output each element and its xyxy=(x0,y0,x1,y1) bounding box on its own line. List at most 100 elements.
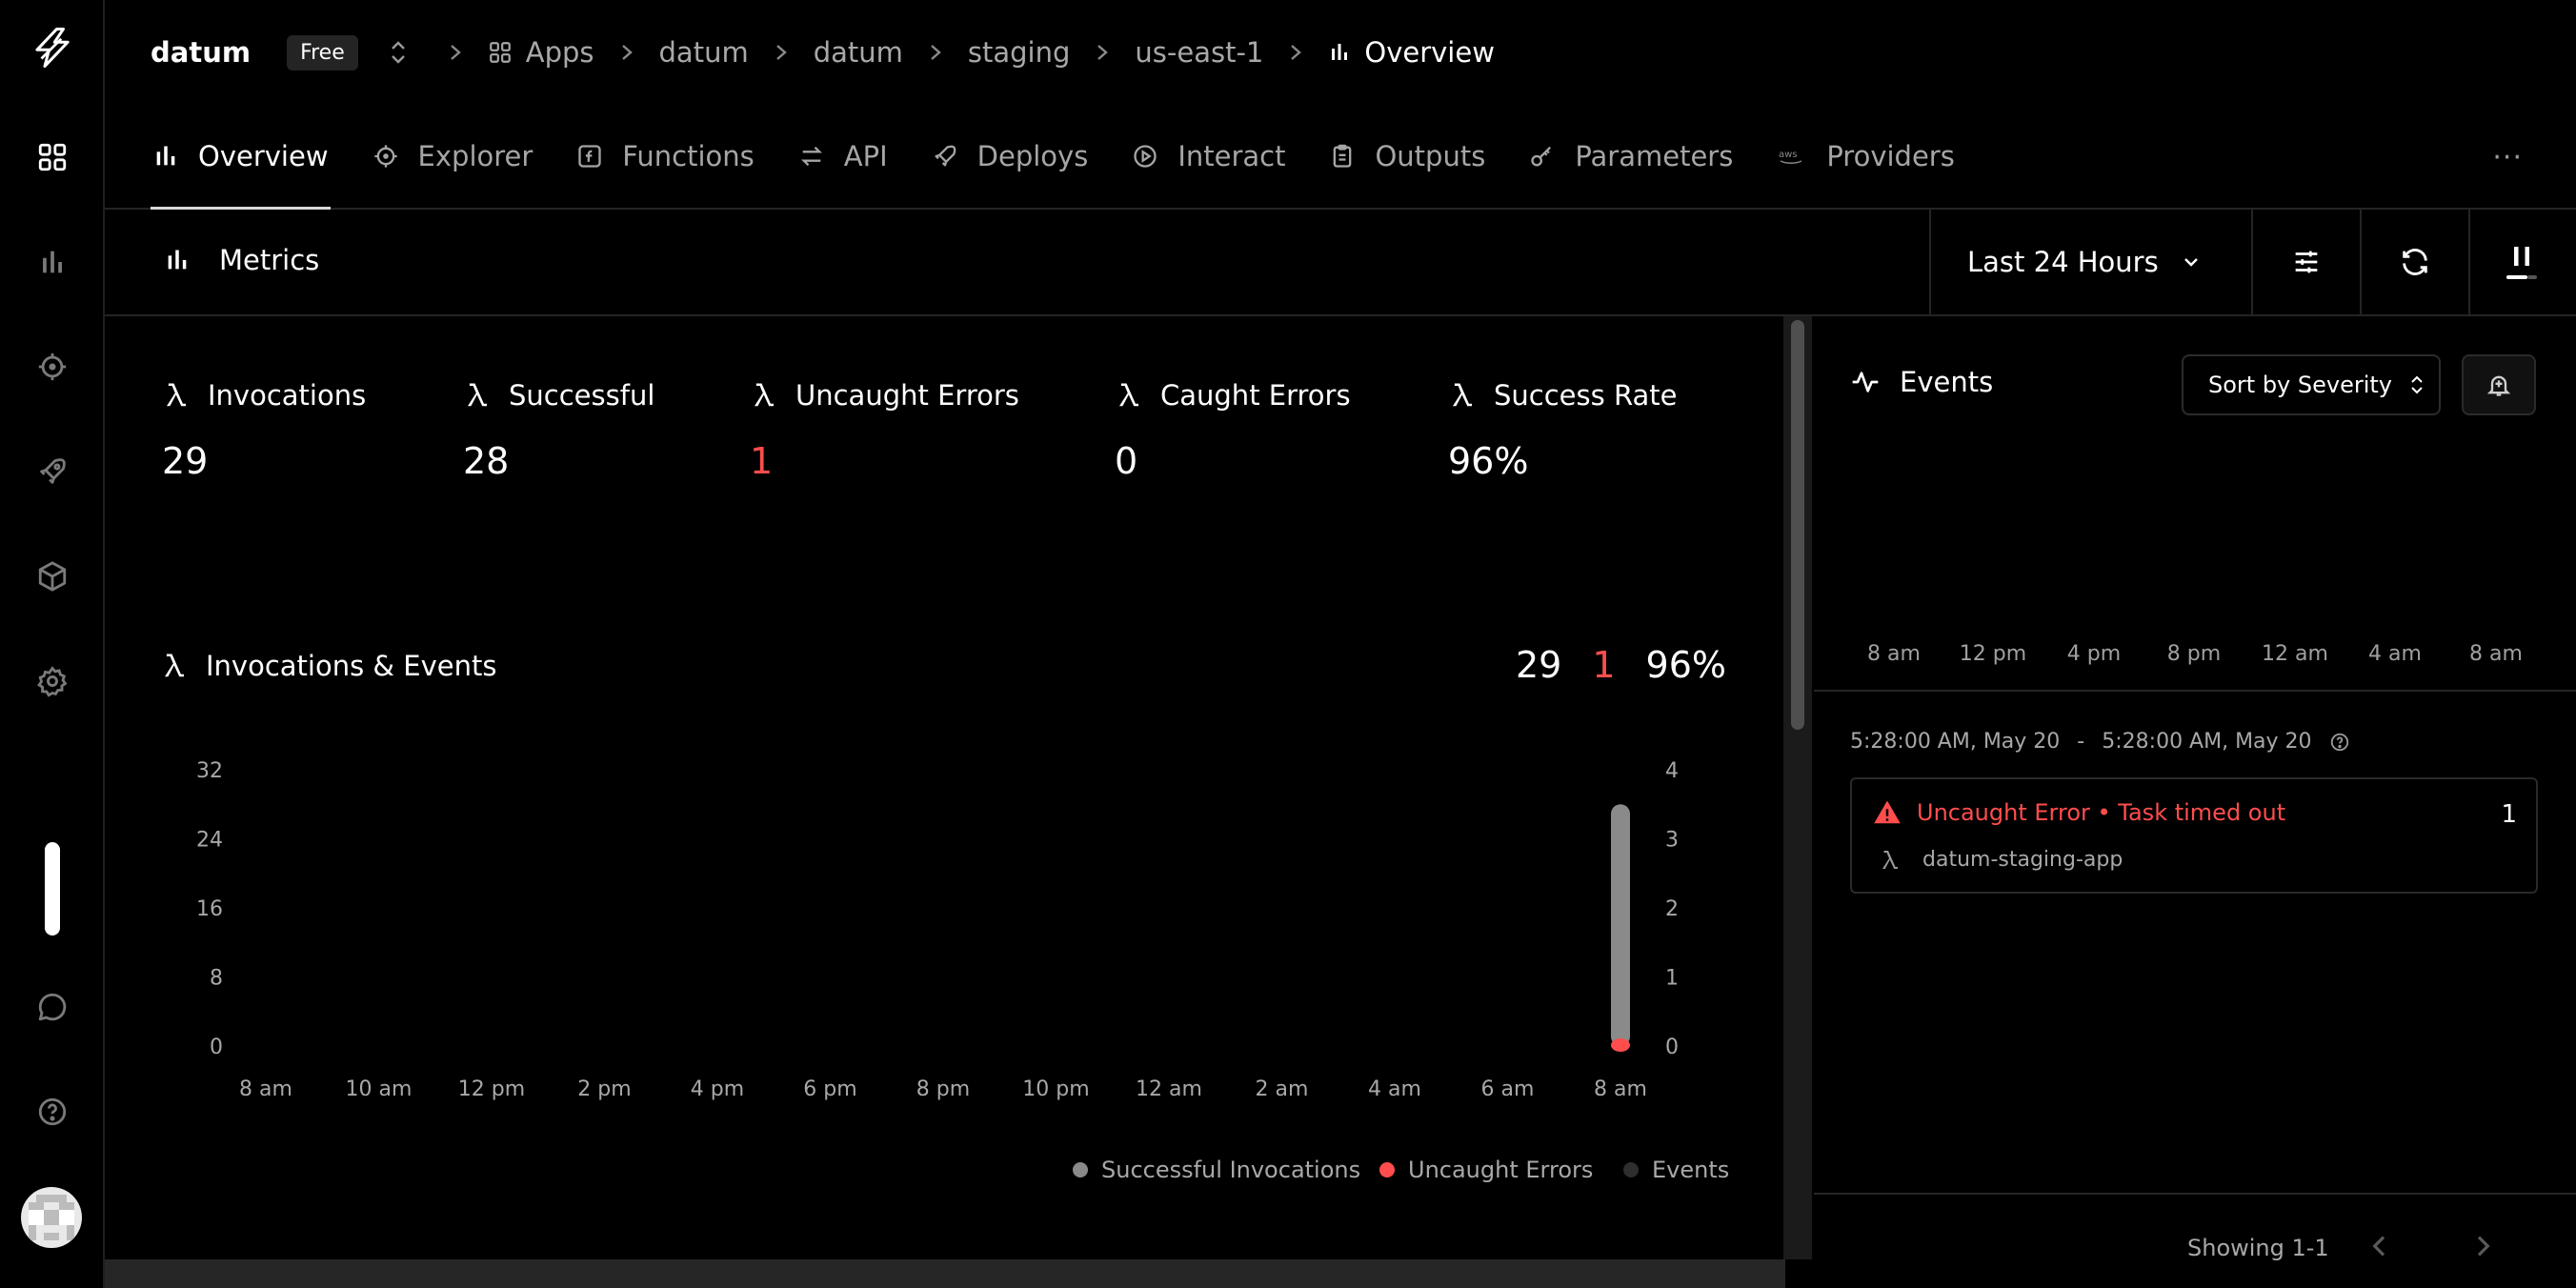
x-tick: 2 pm xyxy=(577,1077,631,1101)
y-right-tick: 2 xyxy=(1665,897,1679,921)
chevron-right-icon[interactable] xyxy=(2467,1231,2498,1261)
apps-grid-icon xyxy=(489,42,511,63)
breadcrumb-label: Overview xyxy=(1364,36,1495,69)
kpi-value: 1 xyxy=(750,440,774,482)
breadcrumb-stage[interactable]: staging xyxy=(968,36,1071,69)
key-icon xyxy=(1531,146,1552,167)
bell-plus-icon xyxy=(2486,375,2511,396)
tab-api[interactable]: API xyxy=(796,105,890,208)
tab-overview[interactable]: Overview xyxy=(151,105,331,210)
tab-label: Overview xyxy=(198,140,329,172)
x-tick: 8 am xyxy=(1594,1077,1647,1101)
chat-bubble-icon[interactable] xyxy=(30,984,75,1030)
deploys-rocket-icon[interactable] xyxy=(30,449,75,494)
tab-label: Deploys xyxy=(976,140,1089,172)
metrics-icon[interactable] xyxy=(30,239,75,285)
tab-functions[interactable]: Functions xyxy=(574,105,755,208)
x-tick: 6 am xyxy=(1481,1077,1535,1101)
x-tick: 10 am xyxy=(346,1077,413,1101)
org-name[interactable]: datum xyxy=(151,36,251,69)
tab-interact[interactable]: Interact xyxy=(1130,105,1287,208)
help-question-icon[interactable] xyxy=(30,1089,75,1135)
breadcrumb-org[interactable]: datum xyxy=(659,36,749,69)
x-tick: 12 pm xyxy=(458,1077,525,1101)
invocations-events-title: Invocations & Events xyxy=(160,650,496,682)
svg-text:aws: aws xyxy=(1779,150,1798,160)
axis-tick: 12 am xyxy=(2262,642,2328,666)
events-title: Events xyxy=(1850,366,1993,398)
total-errors: 1 xyxy=(1592,644,1616,686)
chevron-updown-icon xyxy=(2411,375,2423,394)
pause-button[interactable] xyxy=(2468,210,2573,314)
tab-explorer[interactable]: Explorer xyxy=(371,105,535,208)
lambda-icon xyxy=(1453,383,1472,407)
aws-icon: aws xyxy=(1779,150,1802,164)
kpi-label: Success Rate xyxy=(1494,379,1678,412)
metrics-title: Metrics xyxy=(164,244,319,276)
event-title: Uncaught Error • Task timed out xyxy=(1917,799,2286,826)
alerts-bell-button[interactable] xyxy=(2462,354,2536,415)
tab-label: Providers xyxy=(1826,140,1955,172)
panel-scrollbar-thumb[interactable] xyxy=(1791,320,1804,730)
axis-tick: 8 am xyxy=(2469,642,2523,666)
legend-events[interactable]: Events xyxy=(1623,1157,1729,1183)
kpi-successful: Successful 28 xyxy=(463,379,654,482)
user-avatar[interactable] xyxy=(21,1187,82,1248)
breadcrumb-apps[interactable]: Apps xyxy=(488,36,594,69)
chevron-left-icon[interactable] xyxy=(2365,1231,2395,1261)
time-range-select[interactable]: Last 24 Hours xyxy=(1929,210,2251,314)
explorer-crosshair-icon[interactable] xyxy=(30,344,75,390)
breadcrumb-app[interactable]: datum xyxy=(814,36,903,69)
legend-label: Events xyxy=(1652,1157,1730,1183)
axis-tick: 8 am xyxy=(1867,642,1921,666)
package-box-icon[interactable] xyxy=(30,553,75,599)
logo-bolt-icon[interactable] xyxy=(30,25,75,70)
lambda-icon xyxy=(167,383,186,407)
org-switcher-icon[interactable] xyxy=(387,36,410,69)
tab-parameters[interactable]: Parameters xyxy=(1527,105,1735,208)
legend-successful[interactable]: Successful Invocations xyxy=(1073,1157,1360,1183)
tab-outputs[interactable]: Outputs xyxy=(1327,105,1487,208)
refresh-button[interactable] xyxy=(2360,210,2468,314)
apps-grid-icon[interactable] xyxy=(30,134,75,180)
events-pagination: Showing 1-1 xyxy=(1814,1193,2576,1288)
legend-label: Successful Invocations xyxy=(1101,1157,1361,1183)
legend-label: Uncaught Errors xyxy=(1408,1157,1594,1183)
axis-tick: 8 pm xyxy=(2166,642,2222,666)
kpi-uncaught-errors: Uncaught Errors 1 xyxy=(750,379,1019,482)
kpi-label: Caught Errors xyxy=(1160,379,1351,412)
filter-settings-button[interactable] xyxy=(2251,210,2360,314)
x-tick: 4 am xyxy=(1368,1077,1421,1101)
sliders-icon xyxy=(2295,251,2318,273)
event-count: 1 xyxy=(2501,800,2517,829)
event-source: datum-staging-app xyxy=(1922,848,2123,872)
more-menu-button[interactable]: ··· xyxy=(2492,141,2523,174)
kpi-label: Uncaught Errors xyxy=(795,379,1019,412)
breadcrumb-region[interactable]: us-east-1 xyxy=(1135,36,1263,69)
chevron-right-icon xyxy=(1093,39,1112,66)
chevron-down-icon xyxy=(2184,258,2198,267)
y-right-tick: 4 xyxy=(1665,759,1679,783)
chevron-right-icon xyxy=(772,39,791,66)
kpi-success-rate: Success Rate 96% xyxy=(1448,379,1677,482)
breadcrumb-label: Apps xyxy=(525,36,594,69)
time-range-value: Last 24 Hours xyxy=(1967,246,2159,278)
legend-uncaught-errors[interactable]: Uncaught Errors xyxy=(1379,1157,1593,1183)
chevron-right-icon xyxy=(926,39,945,66)
rail-scroll-handle[interactable] xyxy=(45,842,60,936)
axis-tick: 12 pm xyxy=(1959,642,2027,666)
chevron-right-icon xyxy=(446,39,465,66)
metrics-panel: Invocations 29 Successful 28 Uncaught Er… xyxy=(105,316,1785,1259)
help-question-icon[interactable] xyxy=(2329,732,2350,753)
sort-severity-select[interactable]: Sort by Severity xyxy=(2182,354,2441,415)
tab-deploys[interactable]: Deploys xyxy=(930,105,1091,208)
horizontal-scrollbar[interactable] xyxy=(105,1259,1785,1288)
top-header: datum Free Apps datum datum staging us-e… xyxy=(105,0,2576,105)
event-item[interactable]: Uncaught Error • Task timed out 1 datum-… xyxy=(1850,777,2538,894)
bar-successful xyxy=(1611,804,1630,1046)
settings-gear-icon[interactable] xyxy=(30,658,75,704)
tab-providers[interactable]: aws Providers xyxy=(1775,105,1957,208)
x-tick: 8 pm xyxy=(916,1077,970,1101)
events-title-label: Events xyxy=(1900,366,1994,398)
breadcrumb-overview[interactable]: Overview xyxy=(1328,36,1495,69)
